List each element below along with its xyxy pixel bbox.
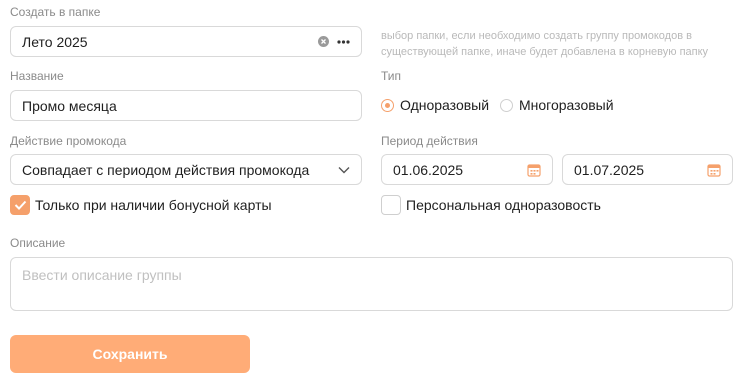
type-label: Тип: [381, 69, 402, 83]
chevron-down-icon: [338, 166, 350, 173]
radio-dot-selected[interactable]: [381, 98, 394, 112]
description-textarea[interactable]: [10, 257, 733, 311]
save-button[interactable]: Сохранить: [10, 335, 250, 373]
period-end-input[interactable]: 01.07.2025: [562, 154, 733, 185]
checkbox-checked[interactable]: [10, 195, 30, 215]
name-value: Промо месяца: [22, 97, 117, 114]
calendar-icon[interactable]: [527, 163, 541, 177]
folder-hint: выбор папки, если необходимо создать гру…: [381, 30, 709, 58]
action-label: Действие промокода: [10, 134, 127, 148]
period-start-value: 01.06.2025: [393, 161, 464, 178]
name-input[interactable]: Промо месяца: [10, 90, 362, 121]
bonus-card-checkbox[interactable]: Только при наличии бонусной карты: [10, 195, 272, 215]
radio-dot[interactable]: [500, 98, 513, 112]
personal-checkbox[interactable]: Персональная одноразовость: [381, 195, 601, 215]
folder-value: Лето 2025: [22, 33, 88, 50]
radio-one-time-label: Одноразовый: [400, 97, 490, 113]
calendar-icon[interactable]: [707, 163, 721, 177]
more-icon[interactable]: [337, 39, 350, 44]
folder-select[interactable]: Лето 2025: [10, 26, 362, 57]
checkbox-unchecked[interactable]: [381, 195, 401, 215]
action-value: Совпадает с периодом действия промокода: [22, 161, 310, 178]
folder-label: Создать в папке: [10, 5, 101, 19]
radio-multi-use[interactable]: Многоразовый: [500, 97, 614, 113]
name-label: Название: [10, 69, 64, 83]
check-icon: [14, 200, 26, 210]
clear-icon[interactable]: [318, 36, 329, 47]
description-label: Описание: [10, 236, 66, 250]
period-label: Период действия: [381, 134, 478, 148]
period-end-value: 01.07.2025: [574, 161, 645, 178]
action-select[interactable]: Совпадает с периодом действия промокода: [10, 154, 362, 185]
personal-label: Персональная одноразовость: [406, 197, 601, 213]
bonus-card-label: Только при наличии бонусной карты: [35, 197, 272, 213]
radio-one-time[interactable]: Одноразовый: [381, 97, 489, 113]
radio-multi-use-label: Многоразовый: [519, 97, 614, 113]
period-start-input[interactable]: 01.06.2025: [381, 154, 553, 185]
